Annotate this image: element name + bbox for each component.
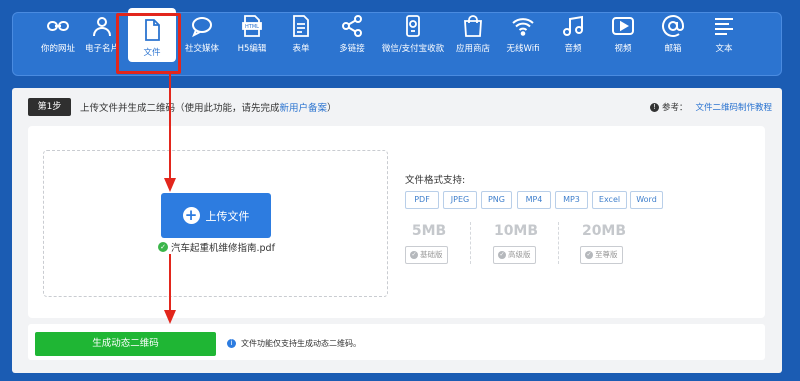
tier-size: 10MB [493, 223, 539, 239]
wifi-icon [511, 14, 535, 38]
tier-name: 至尊版 [595, 250, 618, 259]
nav-item-social[interactable]: 社交媒体 [176, 0, 228, 64]
tier-size: 5MB [411, 223, 447, 239]
plus-icon: + [182, 207, 200, 224]
tier-badge: ✓ 至尊版 [580, 246, 623, 264]
step-text-suffix: ） [327, 103, 337, 114]
step-instruction: 上传文件并生成二维码（使用此功能，请先完成新用户备案） [80, 100, 337, 114]
info-icon: ! [650, 103, 659, 112]
upload-file-button[interactable]: + 上传文件 [161, 193, 271, 238]
step-text-prefix: 上传文件并生成二维码（使用此功能，请先完成 [80, 103, 280, 114]
formats-title: 文件格式支持: [405, 175, 466, 186]
nav-item-payment[interactable]: 微信/支付宝收款 [382, 0, 444, 64]
tutorial-link[interactable]: 文件二维码制作教程 [696, 103, 773, 113]
form-icon [289, 14, 313, 38]
nav-item-audio[interactable]: 音频 [547, 0, 599, 64]
tier-size: 20MB [581, 223, 627, 239]
generate-note-text: 文件功能仅支持生成动态二维码。 [241, 339, 361, 348]
info-icon: i [227, 339, 236, 348]
format-tag: MP3 [555, 191, 588, 209]
nav-item-label: 文本 [715, 44, 733, 54]
generate-note: i 文件功能仅支持生成动态二维码。 [227, 338, 361, 349]
shopping-bag-icon [461, 14, 485, 38]
divider [470, 222, 471, 264]
nav-item-email[interactable]: 邮箱 [647, 0, 699, 64]
chat-bubble-icon [190, 14, 214, 38]
generate-qr-button[interactable]: 生成动态二维码 [35, 332, 216, 356]
file-name: 汽车起重机维修指南.pdf [171, 243, 275, 254]
register-link[interactable]: 新用户备案 [280, 103, 328, 114]
upload-button-label: 上传文件 [205, 209, 250, 223]
nav-item-appstore[interactable]: 应用商店 [447, 0, 499, 64]
reference: ! 参考： 文件二维码制作教程 [650, 101, 772, 113]
link-icon [46, 14, 70, 38]
nav-item-wifi[interactable]: 无线Wifi [497, 0, 549, 64]
nav-item-text[interactable]: 文本 [698, 0, 750, 64]
music-note-icon [561, 14, 585, 38]
check-icon: ✓ [498, 251, 506, 259]
uploaded-file: ✓ 汽车起重机维修指南.pdf [158, 240, 275, 254]
check-icon: ✓ [585, 251, 593, 259]
check-icon: ✓ [410, 251, 418, 259]
share-icon [340, 14, 364, 38]
format-tag: MP4 [517, 191, 551, 209]
format-tag: PDF [405, 191, 439, 209]
check-icon: ✓ [158, 242, 168, 252]
tier-badge: ✓ 高级版 [493, 246, 536, 264]
format-tag: Excel [592, 191, 627, 209]
step-badge: 第1步 [28, 98, 71, 116]
html-file-icon: HTML [240, 14, 264, 38]
format-tag: Word [630, 191, 663, 209]
text-lines-icon [712, 14, 736, 38]
play-icon [611, 14, 635, 38]
tier-badge: ✓ 基础版 [405, 246, 448, 264]
file-icon [140, 18, 164, 42]
at-sign-icon [661, 14, 685, 38]
format-tag: JPEG [443, 191, 477, 209]
reference-label: 参考： [662, 103, 688, 113]
payment-icon [401, 14, 425, 38]
person-icon [90, 14, 114, 38]
tier-name: 高级版 [508, 250, 531, 259]
nav-item-form[interactable]: 表单 [275, 0, 327, 64]
nav-item-multilink[interactable]: 多链接 [326, 0, 378, 64]
divider [558, 222, 559, 264]
nav-item-h5[interactable]: HTML H5编辑 [226, 0, 278, 64]
svg-text:HTML: HTML [245, 24, 259, 30]
nav-item-video[interactable]: 视频 [597, 0, 649, 64]
tier-name: 基础版 [420, 250, 443, 259]
format-tag: PNG [481, 191, 512, 209]
